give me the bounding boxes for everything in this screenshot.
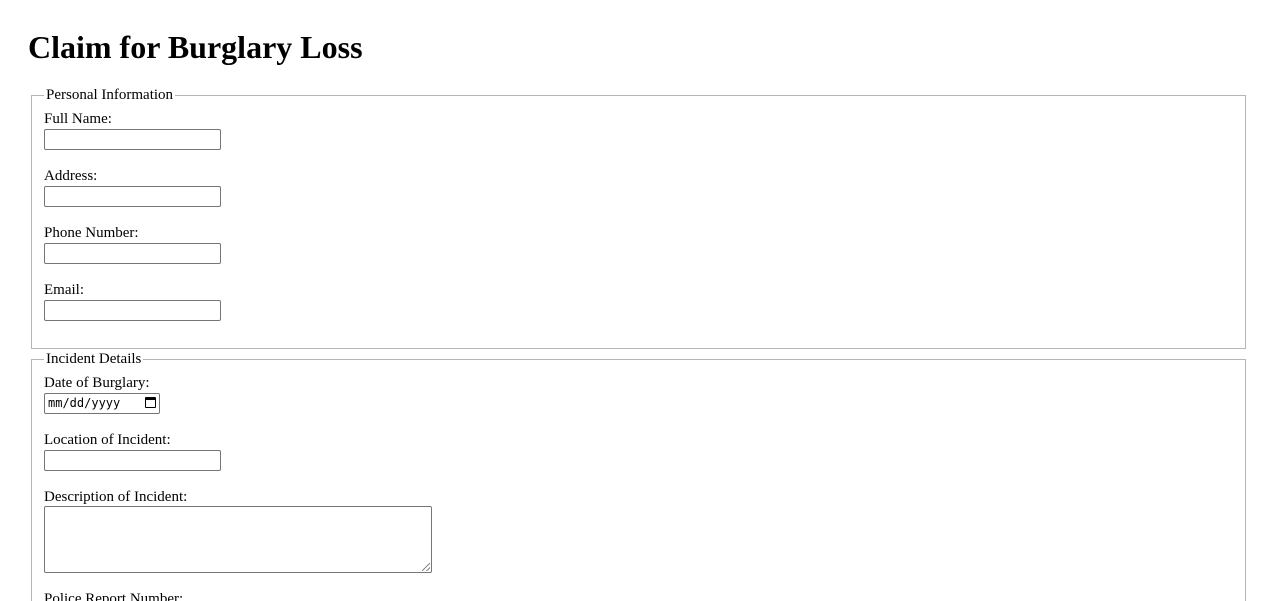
date-of-burglary-label: Date of Burglary: [44,375,150,391]
description-of-incident-textarea[interactable] [44,506,432,573]
address-label: Address: [44,168,98,184]
personal-information-fieldset: Personal Information Full Name: Address:… [31,86,1246,349]
location-of-incident-label: Location of Incident: [44,432,171,448]
phone-number-label: Phone Number: [44,225,139,241]
address-input[interactable] [44,186,221,207]
incident-details-legend: Incident Details [44,350,144,368]
claim-form-page: Claim for Burglary Loss Personal Informa… [0,0,1278,601]
email-input[interactable] [44,300,221,321]
calendar-icon[interactable] [145,397,156,408]
full-name-label: Full Name: [44,111,112,127]
resize-grip-icon[interactable] [422,563,430,571]
email-label: Email: [44,282,84,298]
page-title: Claim for Burglary Loss [28,29,363,65]
phone-number-input[interactable] [44,243,221,264]
full-name-input[interactable] [44,129,221,150]
description-of-incident-label: Description of Incident: [44,489,188,505]
personal-information-legend: Personal Information [44,86,176,104]
date-of-burglary-input[interactable]: mm/dd/yyyy [44,393,160,414]
police-report-number-label: Police Report Number: [44,591,184,601]
incident-details-fieldset: Incident Details Date of Burglary: mm/dd… [31,350,1246,601]
location-of-incident-input[interactable] [44,450,221,471]
date-placeholder: mm/dd/yyyy [48,396,121,410]
